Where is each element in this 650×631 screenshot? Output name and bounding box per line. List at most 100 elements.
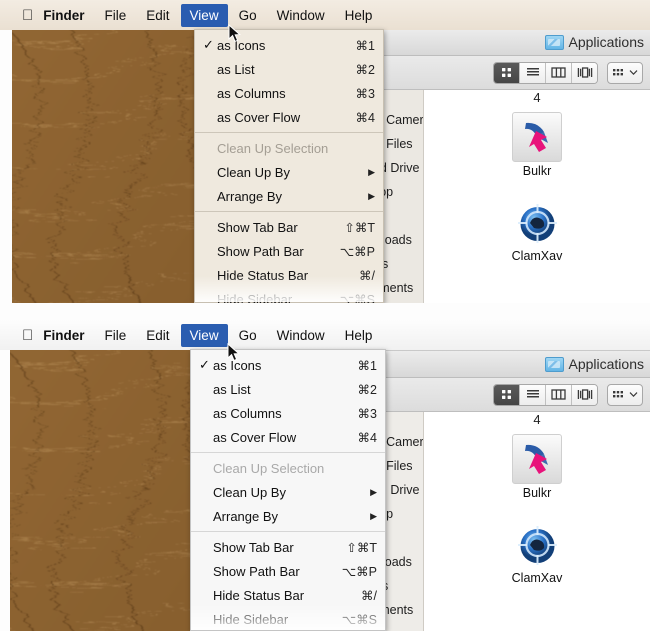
finder-titlebar[interactable]: Applications	[364, 351, 650, 378]
arrange-by-button[interactable]	[607, 383, 643, 406]
list-view-button[interactable]	[520, 384, 546, 405]
menu-item-shortcut: ⌘/	[361, 588, 377, 603]
column-view-button[interactable]	[546, 384, 572, 405]
macos-menubar:  Finder File Edit View Go Window Help	[0, 0, 650, 30]
menu-item-label: Hide Status Bar	[217, 267, 309, 283]
menu-item-hide-sidebar[interactable]: Hide Sidebar ⌥⌘S	[191, 607, 385, 631]
finder-window-title: Applications	[568, 34, 645, 50]
menu-item-show-path-bar[interactable]: Show Path Bar ⌥⌘P	[195, 239, 383, 263]
menu-item-shortcut: ⌘3	[355, 86, 375, 101]
arrange-grid-icon	[613, 390, 623, 397]
file-item-bulkr[interactable]: Bulkr	[424, 434, 650, 500]
menu-item-arrange-by[interactable]: Arrange By ▶	[195, 184, 383, 208]
desktop-wallpaper	[10, 349, 200, 631]
menu-item-clean-up-selection: Clean Up Selection	[195, 136, 383, 160]
menu-item-shortcut: ⌘/	[359, 268, 375, 283]
brown-fur-photo	[10, 349, 200, 631]
file-item-bulkr[interactable]: Bulkr	[424, 112, 650, 178]
menu-item-label: Arrange By	[213, 508, 279, 524]
menu-item-as-list[interactable]: as List ⌘2	[195, 57, 383, 81]
menu-separator	[191, 452, 385, 453]
mouse-cursor	[228, 24, 241, 43]
coverflow-view-button[interactable]	[572, 62, 597, 83]
menu-finder[interactable]: Finder	[34, 324, 93, 347]
view-menu-dropdown[interactable]: ✓ as Icons ⌘1 as List ⌘2 as Columns ⌘3 a…	[190, 349, 386, 631]
menu-item-label: Show Path Bar	[213, 563, 300, 579]
finder-body: ckr Camera... My Files oud Drive Drop si…	[364, 412, 650, 631]
menu-item-as-list[interactable]: as List ⌘2	[191, 377, 385, 401]
menu-file[interactable]: File	[96, 324, 136, 347]
menu-file[interactable]: File	[96, 4, 136, 27]
icon-view-button[interactable]	[494, 384, 520, 405]
list-icon	[526, 68, 539, 76]
checkmark-icon: ✓	[199, 357, 210, 372]
menu-item-arrange-by[interactable]: Arrange By ▶	[191, 504, 385, 528]
menu-item-shortcut: ⇧⌘T	[344, 220, 375, 235]
file-item-clamxav[interactable]: ClamXav	[424, 200, 650, 263]
menu-item-clean-up-selection: Clean Up Selection	[191, 456, 385, 480]
menu-window[interactable]: Window	[268, 4, 334, 27]
menu-item-as-cover-flow[interactable]: as Cover Flow ⌘4	[191, 425, 385, 449]
menu-item-as-icons[interactable]: ✓ as Icons ⌘1	[191, 353, 385, 377]
menu-item-shortcut: ⌘1	[355, 38, 375, 53]
coverflow-view-button[interactable]	[572, 384, 597, 405]
menu-item-hide-sidebar[interactable]: Hide Sidebar ⌥⌘S	[195, 287, 383, 304]
menu-item-label: as Cover Flow	[213, 429, 297, 445]
chevron-down-icon	[629, 392, 638, 398]
menu-item-show-tab-bar[interactable]: Show Tab Bar ⇧⌘T	[195, 215, 383, 239]
menu-item-shortcut: ⌘2	[357, 382, 377, 397]
coverflow-icon	[577, 389, 592, 400]
menu-item-show-path-bar[interactable]: Show Path Bar ⌥⌘P	[191, 559, 385, 583]
finder-window: Applications Came My Files oud Drive wnl…	[363, 350, 650, 631]
screenshot-root: Applications Came My Files oud Drive wnl…	[0, 0, 650, 631]
view-mode-segmented-control[interactable]	[493, 383, 598, 406]
folder-icon	[544, 34, 564, 50]
menu-item-as-columns[interactable]: as Columns ⌘3	[191, 401, 385, 425]
menu-item-label: Hide Sidebar	[217, 291, 293, 304]
menu-edit[interactable]: Edit	[137, 4, 178, 27]
menu-item-show-tab-bar[interactable]: Show Tab Bar ⇧⌘T	[191, 535, 385, 559]
menu-item-hide-status-bar[interactable]: Hide Status Bar ⌘/	[195, 263, 383, 287]
bulkr-app-icon	[512, 112, 562, 162]
list-view-button[interactable]	[520, 62, 546, 83]
icon-view-button[interactable]	[494, 62, 520, 83]
menu-item-as-columns[interactable]: as Columns ⌘3	[195, 81, 383, 105]
menu-help[interactable]: Help	[336, 324, 382, 347]
menu-view[interactable]: View	[180, 323, 228, 347]
file-label: Bulkr	[522, 486, 552, 500]
menu-help[interactable]: Help	[336, 4, 382, 27]
finder-titlebar[interactable]: Applications	[364, 29, 650, 56]
menu-item-as-icons[interactable]: ✓ as Icons ⌘1	[195, 33, 383, 57]
menu-edit[interactable]: Edit	[137, 324, 178, 347]
menu-item-label: Arrange By	[217, 188, 283, 204]
menu-window[interactable]: Window	[268, 324, 334, 347]
menu-item-hide-status-bar[interactable]: Hide Status Bar ⌘/	[191, 583, 385, 607]
clamxav-app-icon	[514, 522, 561, 569]
menu-item-clean-up-by[interactable]: Clean Up By ▶	[195, 160, 383, 184]
clamxav-target-glyph	[517, 526, 557, 565]
menu-item-clean-up-by[interactable]: Clean Up By ▶	[191, 480, 385, 504]
desktop-wallpaper	[12, 29, 194, 303]
finder-toolbar	[364, 378, 650, 412]
menu-item-label: Show Path Bar	[217, 243, 304, 259]
macos-menubar:  Finder File Edit View Go Window Help	[0, 320, 650, 350]
column-view-button[interactable]	[546, 62, 572, 83]
menu-item-shortcut: ⇧⌘T	[346, 540, 377, 555]
clamxav-target-glyph	[517, 204, 557, 243]
menu-item-as-cover-flow[interactable]: as Cover Flow ⌘4	[195, 105, 383, 129]
item-count-label: 4	[533, 90, 541, 105]
file-label: Bulkr	[522, 164, 552, 178]
view-menu-dropdown[interactable]: ✓ as Icons ⌘1 as List ⌘2 as Columns ⌘3 a…	[194, 29, 384, 303]
menu-item-label: as List	[217, 61, 255, 77]
brown-fur-photo	[12, 29, 194, 303]
file-item-clamxav[interactable]: ClamXav	[424, 522, 650, 585]
arrange-by-button[interactable]	[607, 61, 643, 84]
menu-item-shortcut: ⌥⌘P	[339, 244, 375, 259]
screenshot-panel-top: Applications Came My Files oud Drive wnl…	[0, 0, 650, 303]
finder-content-area: 4 Bulkr ClamXav	[424, 412, 650, 631]
menu-finder[interactable]: Finder	[34, 4, 93, 27]
apple-logo-icon[interactable]: 	[22, 8, 33, 23]
view-mode-segmented-control[interactable]	[493, 61, 598, 84]
apple-logo-icon[interactable]: 	[22, 328, 33, 343]
menu-view[interactable]: View	[180, 3, 228, 27]
